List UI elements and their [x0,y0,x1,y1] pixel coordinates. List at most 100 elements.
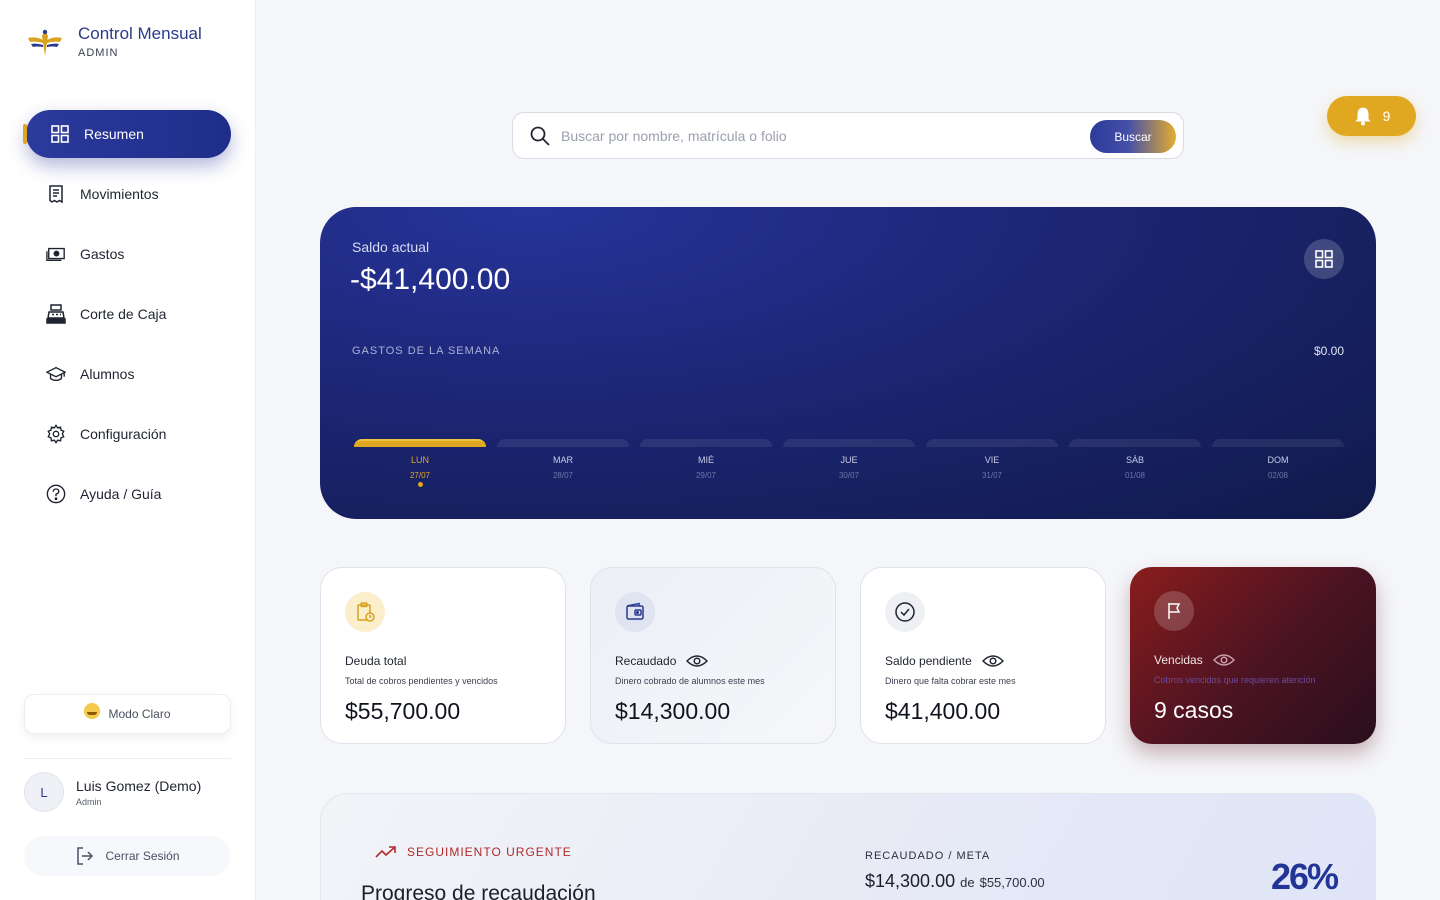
sidebar-item-gastos[interactable]: Gastos [0,230,256,278]
card-recaudado[interactable]: Recaudado Dinero cobrado de alumnos este… [590,567,836,744]
day-name: DOM [1267,455,1289,465]
week-days: LUN 27/07 MAR 28/07 MIÉ 29/07 JUE 30/07 … [354,439,1344,487]
user-name: Luis Gomez (Demo) [76,777,202,794]
card-value: $41,400.00 [885,698,1001,724]
balance-card: Saldo actual -$41,400.00 GASTOS DE LA SE… [320,207,1376,519]
help-icon [46,484,66,504]
card-title: Recaudado [615,654,677,668]
user-profile[interactable]: L Luis Gomez (Demo) Admin [24,772,201,812]
goal-values: $14,300.00 de $55,700.00 [865,871,1045,892]
eye-icon[interactable] [981,654,1004,668]
avatar: L [24,772,64,812]
notifications-button[interactable]: 9 [1327,96,1416,136]
card-title: Vencidas [1154,653,1203,667]
current-day-dot [417,482,423,487]
day-bar [497,439,629,447]
day-column-mar[interactable]: MAR 28/07 [497,439,629,487]
divider [24,758,231,759]
day-column-lun[interactable]: LUN 27/07 [354,439,486,487]
balance-view-button[interactable] [1304,239,1344,279]
smiley-icon [84,703,101,719]
receipt-icon [46,184,66,204]
graduation-cap-icon [46,364,66,384]
sidebar-nav: Resumen Movimientos Gastos Corte de Caja… [0,110,256,530]
card-title: Saldo pendiente [885,654,972,668]
sidebar-item-alumnos[interactable]: Alumnos [0,350,256,398]
card-value: $55,700.00 [345,698,461,724]
theme-toggle-label: Modo Claro [108,707,171,721]
collection-progress-card: SEGUIMIENTO URGENTE Progreso de recaudac… [320,793,1376,900]
urgent-tag-label: SEGUIMIENTO URGENTE [407,845,572,859]
brand-subtitle: ADMIN [78,47,119,59]
day-column-dom[interactable]: DOM 02/08 [1212,439,1344,487]
check-circle-icon [885,592,925,632]
eye-icon[interactable] [686,654,709,668]
grid-icon [1315,250,1333,268]
card-description: Dinero cobrado de alumnos este mes [615,676,765,686]
goal-amount: $55,700.00 [979,875,1045,890]
sidebar-item-movimientos[interactable]: Movimientos [0,170,256,218]
wallet-icon [615,592,655,632]
day-date: 01/08 [1124,471,1146,480]
cash-register-icon [46,304,66,324]
card-title-row: Recaudado [615,652,811,670]
card-description: Dinero que falta cobrar este mes [885,676,1016,686]
sidebar-item-resumen[interactable]: Resumen [23,110,231,158]
sidebar-item-ayuda[interactable]: Ayuda / Guía [0,470,256,518]
gear-icon [46,424,66,444]
day-date: 28/07 [552,471,574,480]
day-bar [783,439,915,447]
day-column-jue[interactable]: JUE 30/07 [783,439,915,487]
day-column-mie[interactable]: MIÉ 29/07 [640,439,772,487]
day-column-sab[interactable]: SÁB 01/08 [1069,439,1201,487]
day-name: VIE [984,455,1000,465]
week-expenses-total: $0.00 [1313,344,1344,358]
urgent-tag: SEGUIMIENTO URGENTE [375,844,572,860]
trending-up-icon [375,846,396,858]
card-value: 9 casos [1154,697,1234,723]
day-date: 31/07 [981,471,1003,480]
clipboard-clock-icon [345,592,385,632]
logout-icon [77,847,94,865]
cash-icon [46,244,66,264]
theme-toggle-button[interactable]: Modo Claro [24,694,231,734]
sidebar-item-corte-de-caja[interactable]: Corte de Caja [0,290,256,338]
sidebar-item-label: Configuración [80,426,167,442]
progress-title: Progreso de recaudación [361,882,596,900]
search-button[interactable]: Buscar [1090,120,1176,153]
day-name: MIÉ [697,455,714,465]
search-input[interactable] [561,127,1081,144]
day-name: MAR [553,455,573,465]
day-column-vie[interactable]: VIE 31/07 [926,439,1058,487]
day-bar [1069,439,1201,447]
brand[interactable]: Control Mensual ADMIN [26,24,202,60]
user-role: Admin [76,796,102,807]
card-vencidas[interactable]: Vencidas Cobros vencidos que requieren a… [1130,567,1376,744]
sidebar: Control Mensual ADMIN Resumen Movimiento… [0,0,256,900]
day-bar [640,439,772,447]
sidebar-item-label: Ayuda / Guía [80,486,162,502]
logout-button[interactable]: Cerrar Sesión [24,836,231,876]
balance-label: Saldo actual [352,239,430,255]
day-date: 27/07 [409,471,431,480]
sidebar-item-label: Gastos [80,246,125,262]
day-date: 02/08 [1267,471,1289,480]
card-title-row: Saldo pendiente [885,652,1081,670]
search-bar: Buscar [512,112,1184,159]
sidebar-item-label: Corte de Caja [80,306,167,322]
day-name: SÁB [1125,455,1144,465]
eye-icon[interactable] [1212,653,1235,667]
collected-amount: $14,300.00 [865,871,956,891]
day-bar [354,439,486,447]
card-title: Deuda total [345,654,407,668]
week-expenses-label: GASTOS DE LA SEMANA [352,345,501,357]
grid-icon [50,124,70,144]
day-date: 30/07 [838,471,860,480]
sidebar-item-label: Resumen [84,126,144,142]
search-icon [530,126,550,146]
sidebar-item-configuracion[interactable]: Configuración [0,410,256,458]
logout-label: Cerrar Sesión [105,849,180,863]
day-date: 29/07 [695,471,717,480]
card-deuda-total[interactable]: Deuda total Total de cobros pendientes y… [320,567,566,744]
card-saldo-pendiente[interactable]: Saldo pendiente Dinero que falta cobrar … [860,567,1106,744]
